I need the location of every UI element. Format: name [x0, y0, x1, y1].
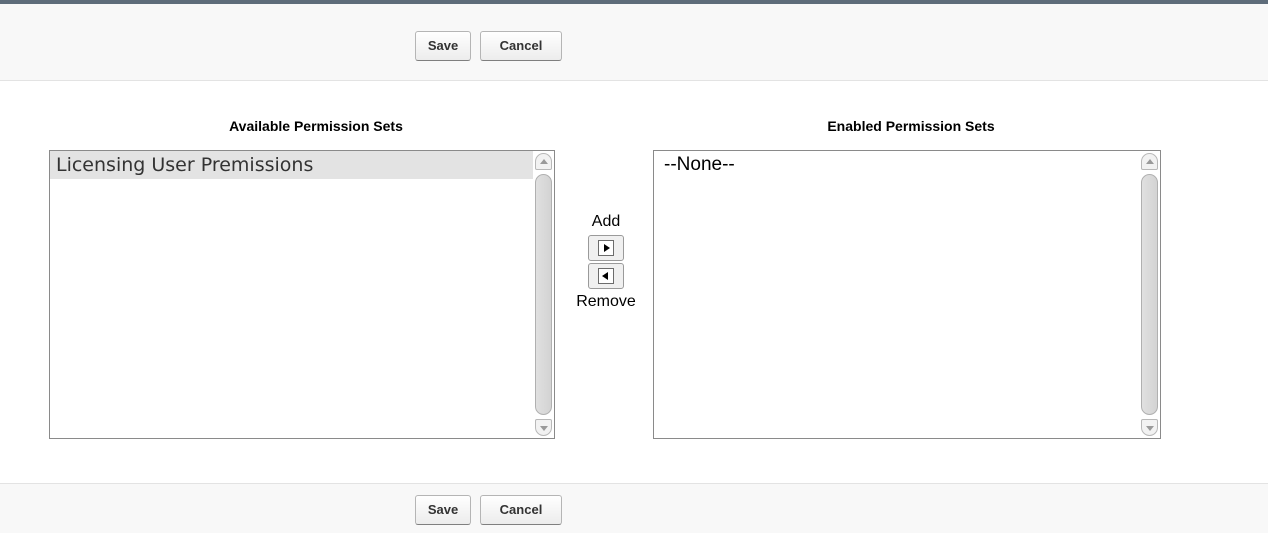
add-button[interactable] — [588, 235, 624, 261]
bottom-button-bar: Save Cancel — [0, 483, 1268, 533]
add-label: Add — [591, 213, 621, 230]
list-item[interactable]: Licensing User Premissions — [50, 151, 533, 179]
enabled-permission-sets-list[interactable]: --None-- — [653, 150, 1161, 439]
scroll-up-arrow-icon[interactable] — [535, 153, 552, 170]
enabled-list-items: --None-- — [654, 151, 1139, 438]
move-controls: Add Remove — [565, 211, 647, 313]
save-button-bottom[interactable]: Save — [415, 495, 471, 525]
available-list-scrollbar[interactable] — [535, 153, 552, 436]
remove-button[interactable] — [588, 263, 624, 289]
scroll-down-arrow-icon[interactable] — [535, 419, 552, 436]
remove-label: Remove — [576, 293, 636, 310]
top-button-group: Save Cancel — [415, 31, 562, 61]
permission-set-assignment-page: Save Cancel Available Permission Sets En… — [0, 0, 1268, 533]
arrow-right-icon — [598, 240, 614, 256]
cancel-button-bottom[interactable]: Cancel — [480, 495, 562, 525]
bottom-button-group: Save Cancel — [415, 495, 562, 525]
scroll-thumb[interactable] — [535, 174, 552, 415]
arrow-left-icon — [598, 268, 614, 284]
scroll-up-arrow-icon[interactable] — [1141, 153, 1158, 170]
top-button-bar: Save Cancel — [0, 4, 1268, 81]
enabled-list-scrollbar[interactable] — [1141, 153, 1158, 436]
available-list-items: Licensing User Premissions — [50, 151, 533, 438]
scroll-thumb[interactable] — [1141, 174, 1158, 415]
list-item[interactable]: --None-- — [654, 151, 1139, 179]
available-permission-sets-heading: Available Permission Sets — [229, 118, 403, 134]
save-button-top[interactable]: Save — [415, 31, 471, 61]
available-permission-sets-list[interactable]: Licensing User Premissions — [49, 150, 555, 439]
scroll-down-arrow-icon[interactable] — [1141, 419, 1158, 436]
enabled-permission-sets-heading: Enabled Permission Sets — [827, 118, 995, 134]
cancel-button-top[interactable]: Cancel — [480, 31, 562, 61]
